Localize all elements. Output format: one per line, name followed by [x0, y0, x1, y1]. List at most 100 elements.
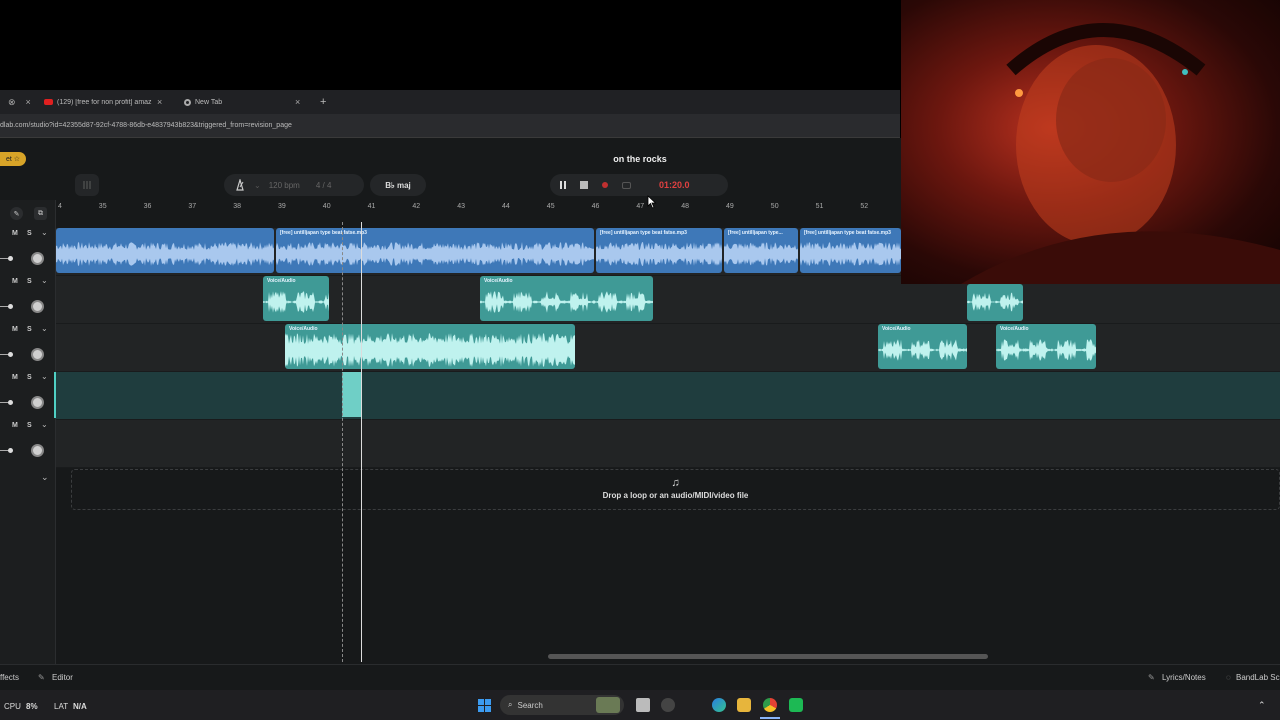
audio-clip[interactable]: [free] untilljapan type beat fatse.mp3: [276, 228, 594, 273]
track-lane-5[interactable]: [56, 420, 1280, 468]
metronome-icon[interactable]: [234, 179, 246, 191]
volume-slider-handle[interactable]: [8, 352, 13, 357]
lyrics-notes-tab[interactable]: Lyrics/Notes: [1162, 673, 1206, 682]
mixer-button[interactable]: [75, 174, 99, 196]
editor-tab[interactable]: Editor: [52, 673, 73, 682]
voice-clip[interactable]: [967, 284, 1023, 321]
ruler-tick-label: 52: [860, 203, 869, 210]
mute-button[interactable]: M: [12, 278, 18, 285]
mixer-icon: [83, 181, 91, 189]
effects-tab[interactable]: ffects: [0, 673, 19, 682]
pan-knob[interactable]: [31, 252, 44, 265]
volume-slider-handle[interactable]: [8, 256, 13, 261]
app-4k-icon[interactable]: [661, 698, 675, 712]
solo-button[interactable]: S: [27, 278, 32, 285]
windows-start-icon[interactable]: [478, 699, 491, 712]
ruler-tick-label: 42: [412, 203, 421, 210]
audio-clip[interactable]: [56, 228, 274, 273]
audio-clip[interactable]: [free] untilljapan type...: [724, 228, 798, 273]
solo-button[interactable]: S: [27, 422, 32, 429]
chrome-icon[interactable]: [763, 698, 777, 712]
edge-icon[interactable]: [712, 698, 726, 712]
chrome-icon: [184, 98, 191, 106]
voice-clip[interactable]: Voice/Audio: [996, 324, 1096, 369]
gift-badge[interactable]: et ☆: [0, 152, 26, 166]
waveform: [878, 339, 967, 361]
track-lane-4[interactable]: [56, 372, 1280, 420]
ruler-tick-label: 37: [188, 203, 197, 210]
search-label: Search: [517, 700, 543, 710]
tempo-value[interactable]: 120 bpm: [269, 181, 300, 190]
ruler-tick-label: 35: [98, 203, 107, 210]
bandlab-sounds-tab[interactable]: BandLab Sc: [1236, 673, 1280, 682]
track-header: M S ⌄: [0, 228, 56, 276]
solo-button[interactable]: S: [27, 230, 32, 237]
chevron-down-icon[interactable]: ⌄: [41, 472, 49, 483]
voice-clip[interactable]: Voice/Audio: [285, 324, 575, 369]
mute-button[interactable]: M: [12, 230, 18, 237]
chevron-down-icon[interactable]: ⌄: [41, 324, 48, 333]
horizontal-scrollbar[interactable]: [548, 654, 988, 659]
stop-icon[interactable]: [580, 181, 588, 189]
audio-clip[interactable]: [free] untilljapan type beat fatse.mp3: [596, 228, 722, 273]
mute-button[interactable]: M: [12, 422, 18, 429]
playhead[interactable]: [361, 222, 362, 662]
task-view-icon[interactable]: [636, 698, 650, 712]
pan-knob[interactable]: [31, 348, 44, 361]
pan-knob[interactable]: [31, 444, 44, 457]
tab-youtube[interactable]: (129) [free for non profit] amaz ×: [44, 92, 172, 112]
widgets-icon[interactable]: [596, 697, 620, 713]
mute-button[interactable]: M: [12, 374, 18, 381]
loop-icon[interactable]: [622, 181, 631, 189]
track-header: M S ⌄: [0, 372, 56, 420]
chevron-up-icon[interactable]: ⌃: [1258, 700, 1266, 711]
volume-slider-handle[interactable]: [8, 448, 13, 453]
app-icon[interactable]: [789, 698, 803, 712]
new-tab-button[interactable]: +: [320, 92, 326, 112]
webcam-feed: [961, 23, 1280, 284]
voice-clip[interactable]: Voice/Audio: [263, 276, 329, 321]
ruler-tick-label: 43: [457, 203, 465, 210]
chevron-down-icon[interactable]: ⌄: [41, 228, 48, 237]
tab-new-tab[interactable]: New Tab ×: [184, 92, 310, 112]
time-display: 01:20.0: [659, 180, 690, 190]
voice-clip[interactable]: Voice/Audio: [878, 324, 967, 369]
pause-icon[interactable]: [560, 181, 566, 189]
studio-bottom-bar: ffects ✎ Editor ✎ Lyrics/Notes ◌ BandLab…: [0, 664, 1280, 690]
mute-button[interactable]: M: [12, 326, 18, 333]
waveform: [596, 242, 722, 266]
chevron-down-icon[interactable]: ⌄: [41, 276, 48, 285]
voice-clip[interactable]: Voice/Audio: [480, 276, 653, 321]
address-bar[interactable]: dlab.com/studio?id=42355d87-92cf-4788-86…: [0, 114, 900, 138]
chevron-down-icon[interactable]: ⌄: [41, 420, 48, 429]
drop-zone[interactable]: ♫ Drop a loop or an audio/MIDI/video fil…: [71, 469, 1280, 510]
latency-label: LAT: [54, 702, 69, 711]
file-explorer-icon[interactable]: [737, 698, 751, 712]
chevron-down-icon[interactable]: ⌄: [41, 372, 48, 381]
transport-controls: 01:20.0: [550, 174, 728, 196]
audio-clip[interactable]: [free] untilljapan type beat fatse.mp3: [800, 228, 901, 273]
tab-label: New Tab: [195, 98, 223, 106]
solo-button[interactable]: S: [27, 326, 32, 333]
active-app-indicator: [760, 717, 780, 719]
tab-settings-icon[interactable]: ⊗ ×: [8, 92, 31, 112]
volume-slider-handle[interactable]: [8, 304, 13, 309]
solo-button[interactable]: S: [27, 374, 32, 381]
chevron-down-icon[interactable]: ⌄: [254, 181, 261, 190]
url-text: dlab.com/studio?id=42355d87-92cf-4788-86…: [0, 122, 292, 129]
track-lane-3[interactable]: [56, 324, 1280, 372]
close-icon[interactable]: ×: [157, 97, 162, 107]
select-tool-icon[interactable]: ⧉: [34, 207, 47, 220]
key-selector[interactable]: B♭ maj: [370, 174, 426, 196]
project-title[interactable]: on the rocks: [590, 154, 690, 164]
pencil-tool-icon[interactable]: ✎: [10, 207, 23, 220]
pan-knob[interactable]: [31, 396, 44, 409]
recording-region[interactable]: [342, 372, 362, 417]
record-icon[interactable]: [602, 182, 608, 188]
close-icon[interactable]: ×: [295, 97, 300, 107]
time-signature[interactable]: 4 / 4: [316, 181, 332, 190]
volume-slider-handle[interactable]: [8, 400, 13, 405]
track-header: M S ⌄: [0, 324, 56, 372]
latency-value: N/A: [73, 702, 87, 711]
pan-knob[interactable]: [31, 300, 44, 313]
